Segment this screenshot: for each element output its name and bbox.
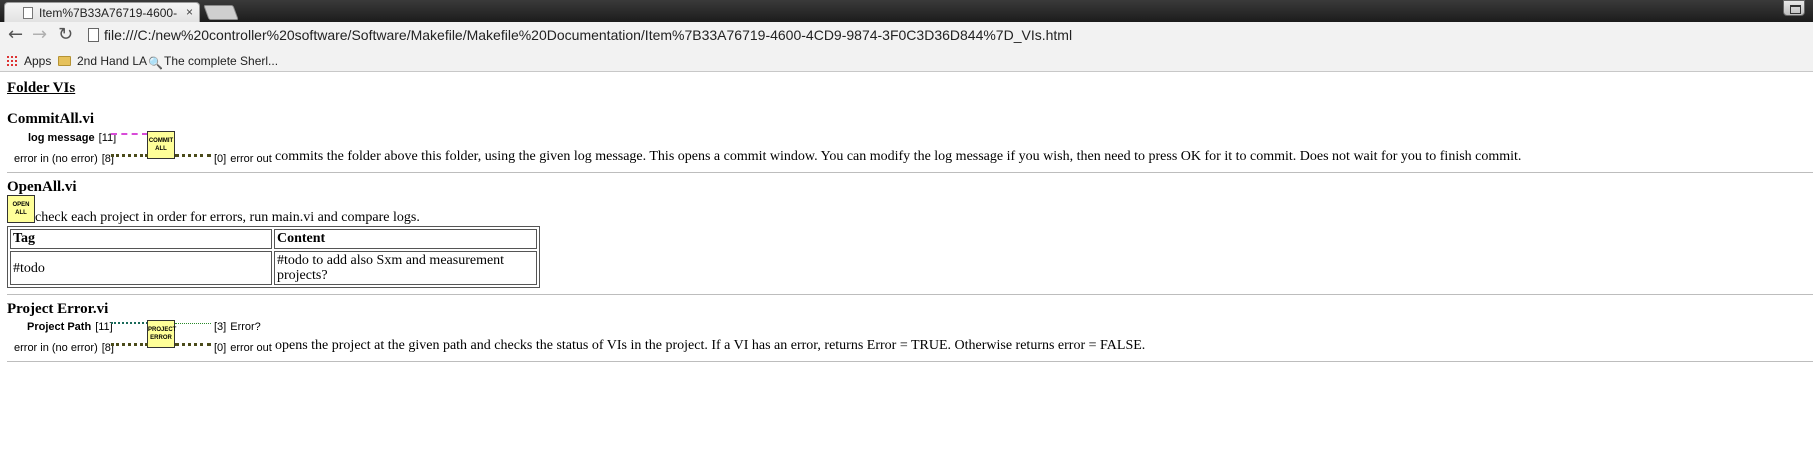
open-all-icon: OPEN ALL xyxy=(7,195,35,223)
address-bar[interactable]: file:///C:/new%20controller%20software/S… xyxy=(104,27,1072,43)
terminal-label: log message xyxy=(28,132,95,144)
commit-all-icon: COMMIT ALL xyxy=(147,131,175,159)
bookmark-apps-label: Apps xyxy=(24,54,52,68)
wire-error-out xyxy=(175,154,211,157)
vi-title-commitall: CommitAll.vi xyxy=(7,111,95,127)
terminal-label: error in (no error) xyxy=(14,342,98,354)
table-header-tag: Tag xyxy=(10,229,272,249)
folder-title: Folder VIs xyxy=(7,80,76,96)
browser-toolbar: ← → ↻ file:///C:/new%20controller%20soft… xyxy=(0,22,1813,50)
terminal-log-message: log message [11] xyxy=(28,128,116,146)
reload-button[interactable]: ↻ xyxy=(58,25,73,45)
browser-tab[interactable]: Item%7B33A76719-4600- × xyxy=(4,2,200,22)
content-line: #todo to add also Sxm and measurement xyxy=(277,253,505,268)
tab-title: Item%7B33A76719-4600- xyxy=(39,6,178,20)
folder-icon xyxy=(58,56,71,66)
vi-title-project-error: Project Error.vi xyxy=(7,301,109,317)
terminal-index: [3] xyxy=(214,321,227,333)
vi-title-openall: OpenAll.vi xyxy=(7,179,77,195)
vi-description-commitall: commits the folder above this folder, us… xyxy=(275,149,1522,164)
bookmark-folder-label: 2nd Hand LA xyxy=(77,54,148,68)
page-icon xyxy=(88,28,99,42)
terminal-label: Project Path xyxy=(27,321,92,333)
bookmark-sherlock[interactable]: 🔍The complete Sherl... xyxy=(148,54,278,69)
table-row: #todo #todo to add also Sxm and measurem… xyxy=(10,251,537,285)
divider xyxy=(7,172,1813,173)
content-line: projects? xyxy=(277,268,328,283)
window-restore-button[interactable] xyxy=(1783,0,1805,16)
terminal-label: error out xyxy=(230,153,272,165)
table-header-row: Tag Content xyxy=(10,229,537,249)
wire-error-bool xyxy=(175,323,211,324)
document-body: Folder VIs CommitAll.vi log message [11]… xyxy=(0,73,1813,455)
terminal-error-bool: [3] Error? xyxy=(214,317,261,335)
terminal-index: [0] xyxy=(214,342,227,354)
terminal-label: Error? xyxy=(230,321,261,333)
table-cell-tag: #todo xyxy=(10,251,272,285)
tab-close-icon[interactable]: × xyxy=(186,5,193,19)
project-error-icon: PROJECT ERROR xyxy=(147,320,176,348)
new-tab-button[interactable] xyxy=(203,5,239,20)
wire-project-path xyxy=(111,322,148,324)
divider xyxy=(7,361,1813,362)
wire-error-in xyxy=(111,343,148,346)
bookmark-sherlock-label: The complete Sherl... xyxy=(164,54,279,68)
terminal-label: error out xyxy=(230,342,272,354)
back-button[interactable]: ← xyxy=(8,25,23,45)
table-header-content: Content xyxy=(274,229,537,249)
bookmark-favicon: 🔍 xyxy=(148,56,163,70)
terminal-error-in: error in (no error) [8] xyxy=(14,338,114,356)
terminal-error-out: [0] error out xyxy=(214,149,272,167)
forward-button[interactable]: → xyxy=(32,25,47,45)
vi-description-project-error: opens the project at the given path and … xyxy=(275,338,1146,353)
terminal-label: error in (no error) xyxy=(14,153,98,165)
page-favicon-icon xyxy=(23,7,33,19)
tag-table: Tag Content #todo #todo to add also Sxm … xyxy=(7,226,540,288)
apps-grid-icon xyxy=(6,55,18,67)
bookmark-apps[interactable]: Apps xyxy=(6,54,51,68)
terminal-project-path: Project Path [11] xyxy=(27,317,113,335)
tab-strip: Item%7B33A76719-4600- × xyxy=(0,0,1813,22)
wire-error-out xyxy=(175,343,211,346)
terminal-error-out: [0] error out xyxy=(214,338,272,356)
wire-error-in xyxy=(111,154,148,157)
wire-log-message xyxy=(111,133,148,135)
bookmarks-bar: Apps 2nd Hand LA 🔍The complete Sherl... xyxy=(0,50,1813,72)
bookmark-2nd-hand-la[interactable]: 2nd Hand LA xyxy=(58,54,147,68)
divider xyxy=(7,294,1813,295)
vi-description-openall: check each project in order for errors, … xyxy=(35,210,420,225)
table-cell-content: #todo to add also Sxm and measurement pr… xyxy=(274,251,537,285)
terminal-error-in: error in (no error) [8] xyxy=(14,149,114,167)
terminal-index: [0] xyxy=(214,153,227,165)
